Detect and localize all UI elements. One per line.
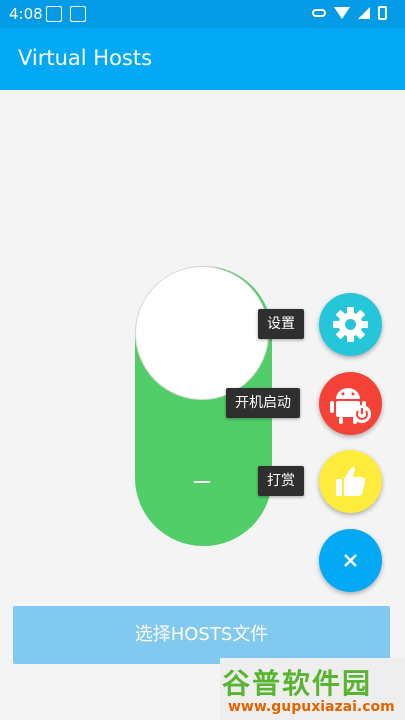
android-power-icon (330, 388, 371, 424)
close-icon (344, 554, 357, 567)
switch-off-indicator (194, 481, 210, 483)
screenshot-icon (70, 6, 86, 22)
watermark-logo: 谷普软件园 (222, 667, 373, 700)
fab-label-settings[interactable]: 设置 (258, 309, 304, 339)
status-time: 4:08 (9, 5, 43, 23)
fab-label-autostart[interactable]: 开机启动 (226, 388, 300, 418)
fab-autostart-button[interactable] (319, 372, 382, 435)
fab-label-donate[interactable]: 打赏 (258, 466, 304, 496)
app-title: Virtual Hosts (18, 46, 153, 70)
watermark: 谷普软件园 www.gupuxiazai.com (220, 658, 405, 720)
select-hosts-file-button[interactable]: 选择HOSTS文件 (13, 606, 390, 664)
status-icons (312, 6, 387, 20)
hosts-toggle-thumb[interactable] (135, 266, 269, 400)
status-bar: 4:08 (0, 0, 405, 28)
watermark-url: www.gupuxiazai.com (228, 699, 395, 715)
gear-icon (333, 307, 368, 342)
key-icon (312, 9, 326, 17)
wifi-icon (334, 7, 350, 19)
notification-icon (46, 6, 62, 22)
signal-icon (358, 7, 370, 19)
fab-donate-button[interactable] (319, 450, 382, 513)
battery-icon (378, 6, 387, 20)
fab-close-button[interactable] (319, 529, 382, 592)
app-bar: Virtual Hosts (0, 28, 405, 90)
thumbs-up-icon (336, 466, 366, 496)
fab-settings-button[interactable] (319, 293, 382, 356)
